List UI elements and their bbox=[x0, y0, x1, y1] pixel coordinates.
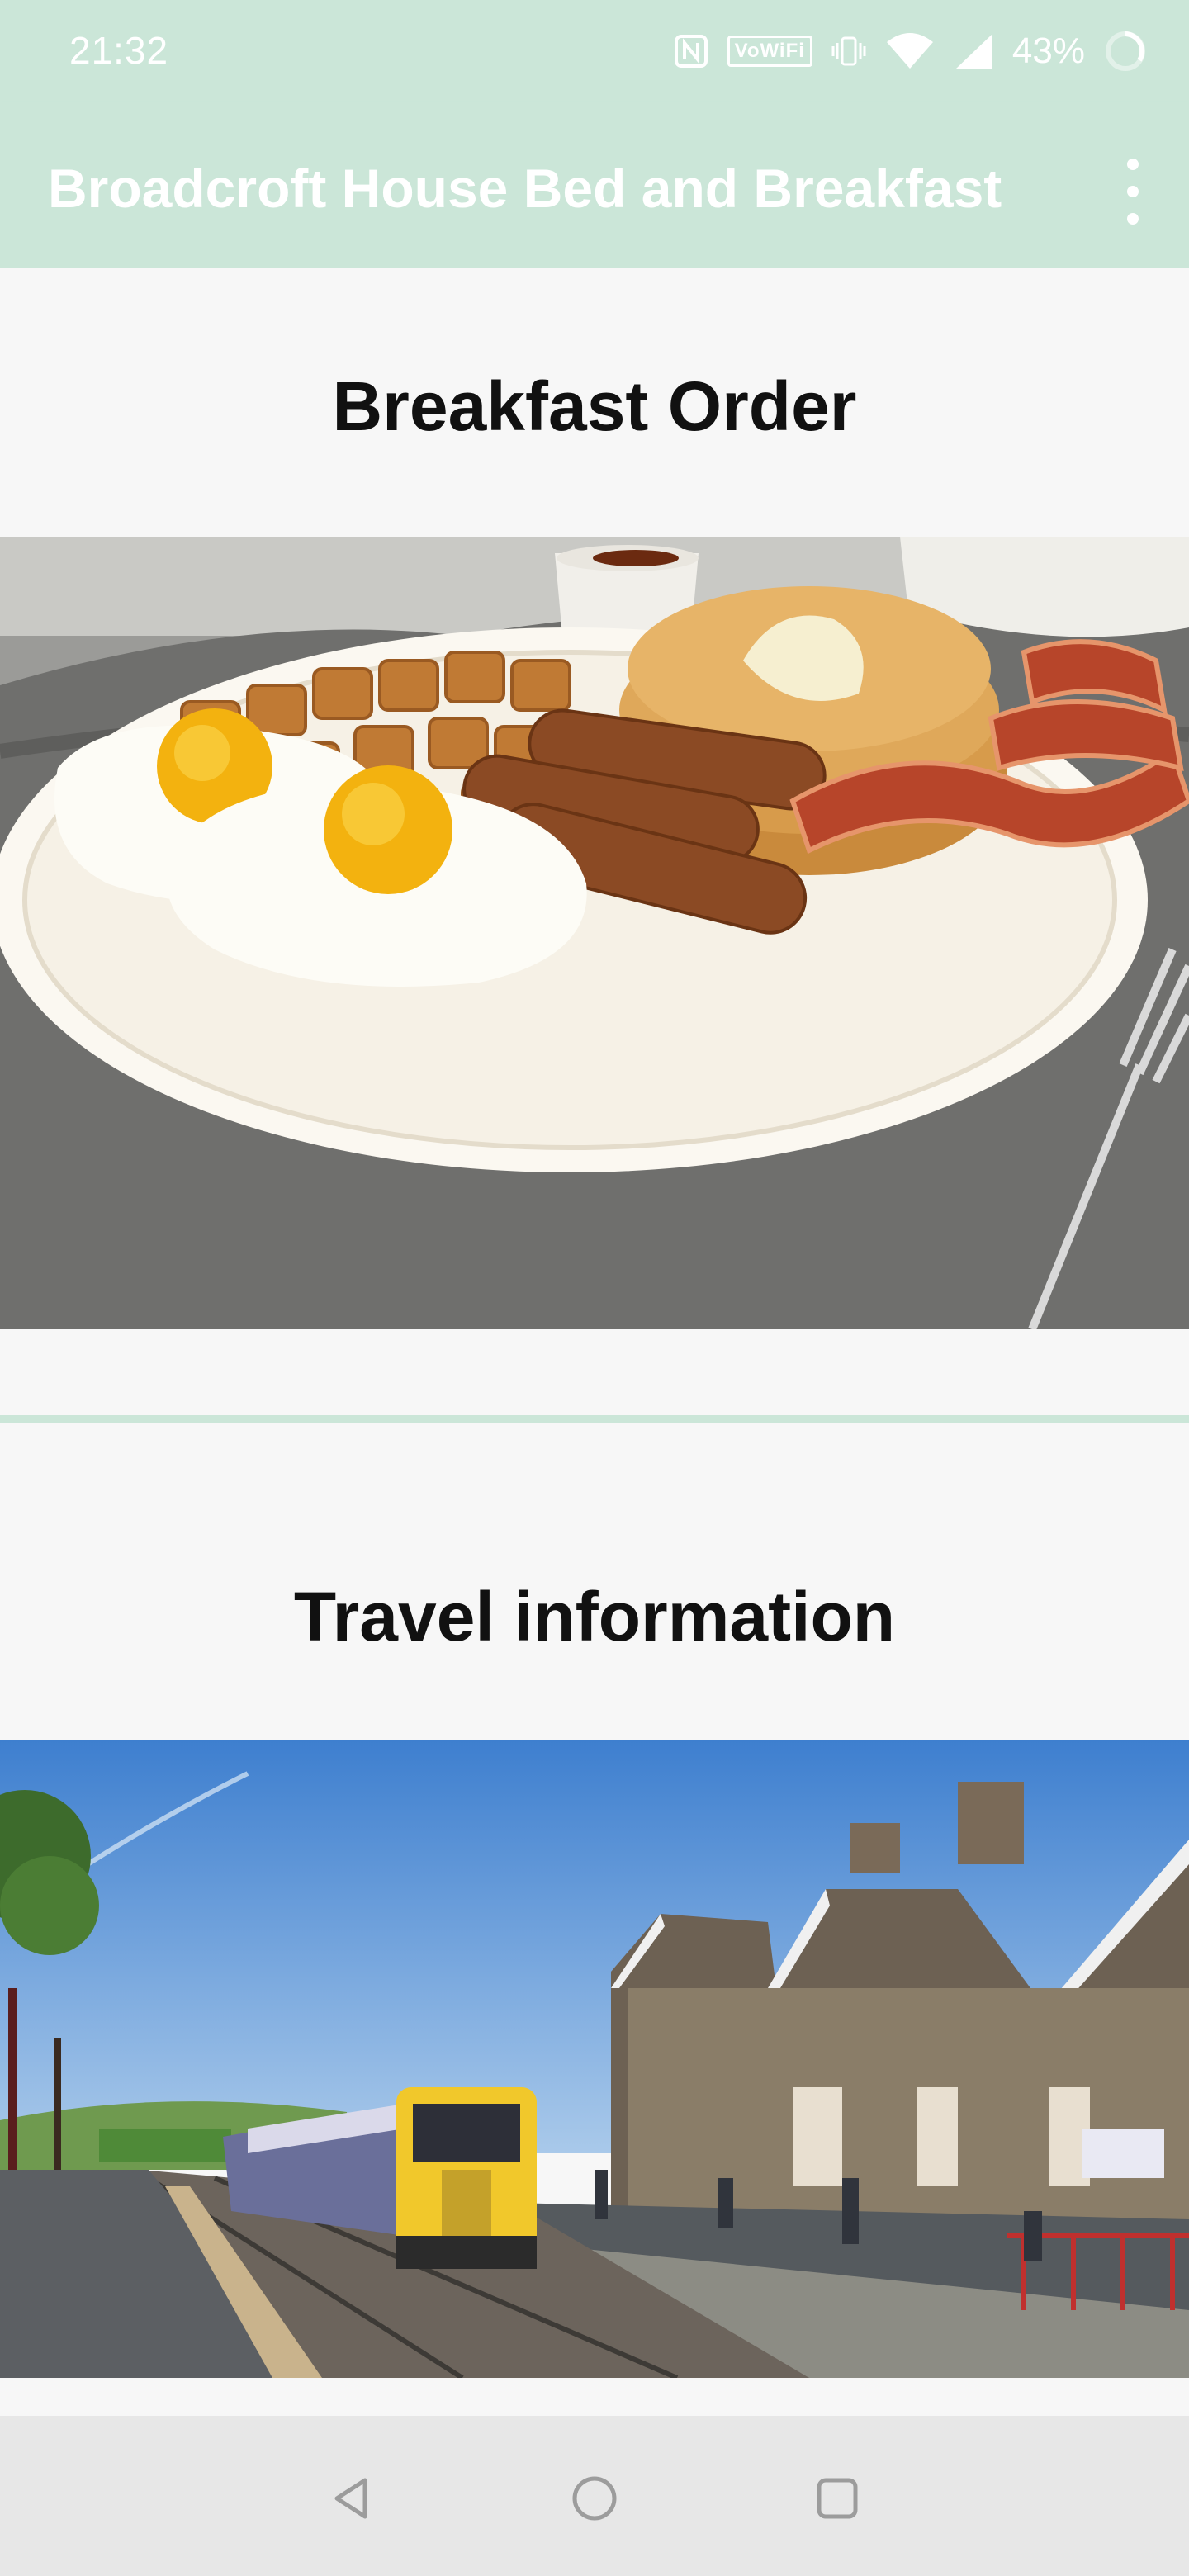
wifi-icon bbox=[885, 32, 935, 70]
breakfast-order-title: Breakfast Order bbox=[332, 367, 857, 445]
signal-icon bbox=[953, 32, 994, 70]
battery-percent: 43% bbox=[1011, 31, 1085, 71]
more-vert-icon[interactable] bbox=[1110, 159, 1156, 225]
vowifi-icon: VoWiFi bbox=[727, 36, 812, 67]
system-nav-bar bbox=[0, 2416, 1189, 2576]
status-time: 21:32 bbox=[69, 29, 169, 72]
full-breakfast-plate-image[interactable] bbox=[0, 537, 1189, 1329]
status-icons: VoWiFi 43% bbox=[673, 25, 1148, 78]
travel-information-title: Travel information bbox=[293, 1578, 896, 1655]
vibrate-icon bbox=[831, 33, 867, 69]
battery-icon bbox=[1103, 29, 1148, 73]
travel-information-card[interactable]: Travel information bbox=[0, 1423, 1189, 2416]
recents-icon[interactable] bbox=[804, 2465, 870, 2531]
app-bar: Broadcroft House Bed and Breakfast bbox=[0, 102, 1189, 268]
home-icon[interactable] bbox=[561, 2465, 628, 2531]
breakfast-order-card[interactable]: Breakfast Order bbox=[0, 268, 1189, 1423]
railway-station-train-image[interactable] bbox=[0, 1740, 1189, 2378]
status-bar: 21:32 VoWiFi 43% bbox=[0, 0, 1189, 102]
app-title: Broadcroft House Bed and Breakfast bbox=[48, 158, 1002, 219]
card-divider bbox=[0, 1415, 1189, 1423]
nfc-icon bbox=[673, 33, 709, 69]
back-icon[interactable] bbox=[319, 2465, 385, 2531]
